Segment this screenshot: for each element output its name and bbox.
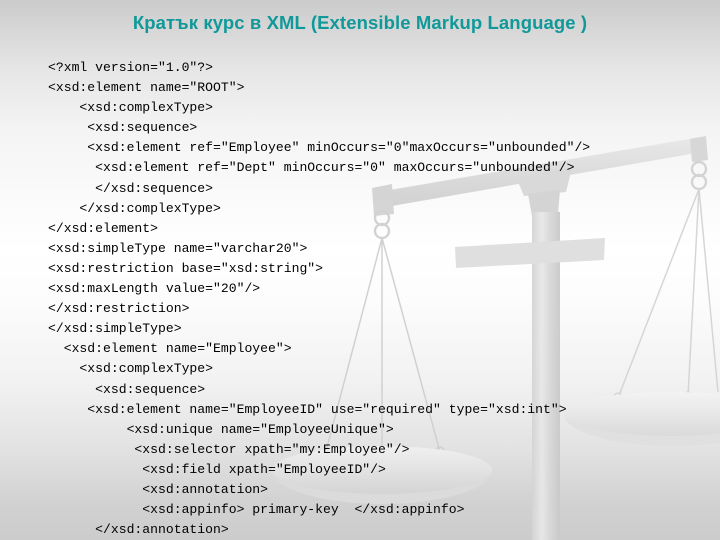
code-line: <xsd:sequence>	[48, 120, 198, 136]
code-line: <xsd:field xpath="EmployeeID"/>	[48, 461, 386, 477]
code-line: <xsd:unique name="EmployeeUnique">	[48, 421, 394, 437]
code-line: <xsd:maxLength value="20"/>	[48, 281, 261, 297]
code-line: <xsd:annotation>	[48, 481, 269, 497]
xml-schema-code-block: <?xml version="1.0"?> <xsd:element name="…	[48, 58, 708, 540]
code-line: <xsd:simpleType name="varchar20">	[48, 240, 308, 256]
code-line: </xsd:sequence>	[48, 180, 214, 196]
code-line: </xsd:complexType>	[48, 200, 221, 216]
code-line: <xsd:complexType>	[48, 100, 214, 116]
code-line: <?xml version="1.0"?>	[48, 60, 214, 75]
code-line: <xsd:sequence>	[48, 381, 206, 397]
code-line: <xsd:restriction base="xsd:string">	[48, 260, 324, 276]
code-line: <xsd:element name="Employee">	[48, 341, 292, 357]
code-line: <xsd:element ref="Employee" minOccurs="0…	[48, 140, 591, 156]
code-line: <xsd:complexType>	[48, 361, 214, 377]
code-line: <xsd:selector xpath="my:Employee"/>	[48, 441, 410, 457]
slide-canvas: Кратък курс в XML (Extensible Markup Lan…	[0, 0, 720, 540]
code-line: </xsd:simpleType>	[48, 321, 182, 337]
code-line: <xsd:element name="EmployeeID" use="requ…	[48, 401, 567, 417]
code-line: </xsd:element>	[48, 220, 159, 236]
code-line: </xsd:restriction>	[48, 301, 190, 317]
code-line: <xsd:appinfo> primary-key </xsd:appinfo>	[48, 502, 465, 518]
page-title: Кратък курс в XML (Extensible Markup Lan…	[132, 12, 588, 33]
slide-title-bar: Кратък курс в XML (Extensible Markup Lan…	[0, 12, 720, 34]
code-line: <xsd:element ref="Dept" minOccurs="0" ma…	[48, 160, 575, 176]
code-line: <xsd:element name="ROOT">	[48, 80, 245, 96]
code-line: </xsd:annotation>	[48, 522, 229, 538]
